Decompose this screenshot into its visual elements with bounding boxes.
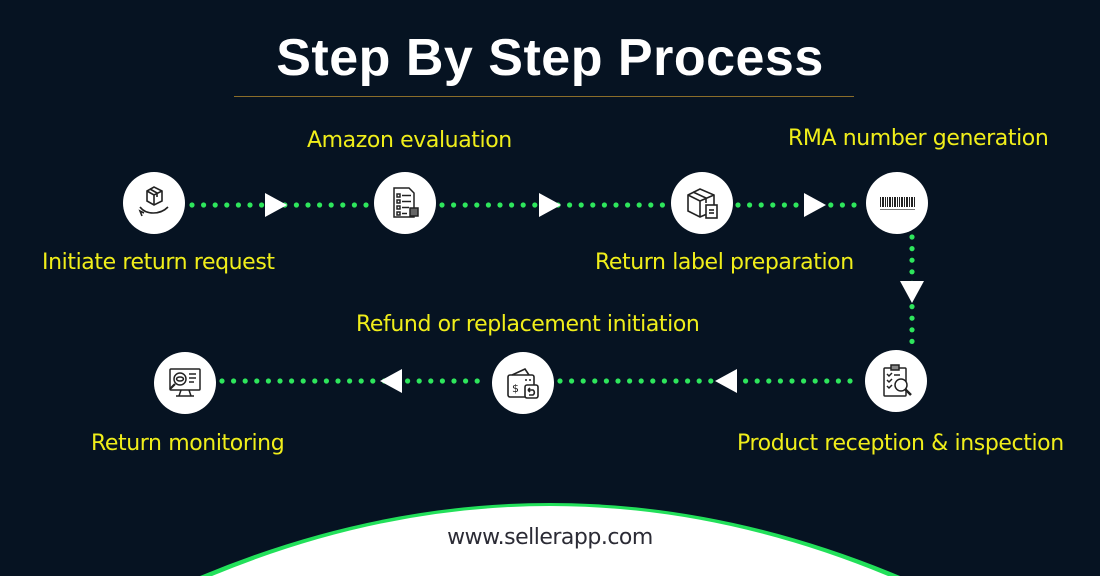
footer-arc [200, 503, 900, 576]
footer-website[interactable]: www.sellerapp.com [0, 525, 1100, 550]
